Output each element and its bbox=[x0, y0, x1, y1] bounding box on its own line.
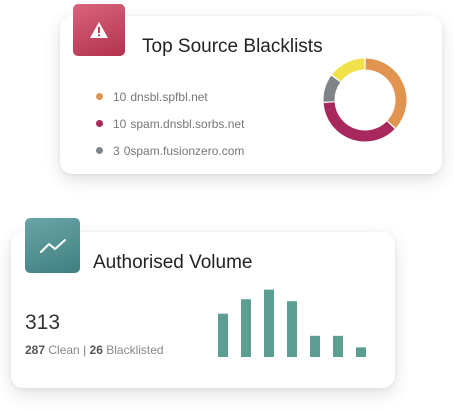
blacklist-donut-chart bbox=[323, 58, 407, 142]
volume-bar-chart bbox=[218, 289, 366, 357]
volume-bar bbox=[218, 313, 228, 357]
volume-bar bbox=[241, 299, 251, 357]
volume-total: 313 bbox=[25, 311, 61, 334]
volume-bar bbox=[287, 301, 297, 357]
blacklists-title: Top Source Blacklists bbox=[142, 36, 323, 57]
trend-icon-tile bbox=[25, 218, 80, 273]
blacklist-legend: 10 dnsbl.spfbl.net 10 spam.dnsbl.sorbs.n… bbox=[96, 83, 244, 164]
legend-name: dnsbl.spfbl.net bbox=[130, 89, 208, 104]
blacklisted-label: Blacklisted bbox=[106, 343, 164, 357]
volume-bar bbox=[333, 335, 343, 357]
warning-icon bbox=[90, 22, 108, 38]
legend-item: 10 dnsbl.spfbl.net bbox=[96, 83, 244, 110]
legend-name: spam.dnsbl.sorbs.net bbox=[130, 116, 245, 131]
volume-bar bbox=[356, 347, 366, 357]
blacklisted-count: 26 bbox=[89, 343, 103, 357]
volume-title: Authorised Volume bbox=[93, 252, 253, 273]
volume-bar bbox=[264, 289, 274, 357]
breakdown-separator: | bbox=[83, 343, 87, 357]
clean-count: 287 bbox=[25, 343, 46, 357]
volume-bar bbox=[310, 335, 320, 357]
legend-count: 10 bbox=[113, 89, 127, 104]
legend-name: 0spam.fusionzero.com bbox=[123, 143, 245, 158]
clean-label: Clean bbox=[48, 343, 80, 357]
legend-dot bbox=[96, 93, 103, 100]
trend-up-icon bbox=[39, 238, 66, 253]
legend-item: 3 0spam.fusionzero.com bbox=[96, 137, 244, 164]
volume-breakdown: 287 Clean | 26 Blacklisted bbox=[25, 343, 164, 357]
donut-segment bbox=[365, 58, 407, 128]
legend-count: 3 bbox=[113, 143, 120, 158]
legend-count: 10 bbox=[113, 116, 127, 131]
donut-segment bbox=[332, 58, 365, 82]
legend-item: 10 spam.dnsbl.sorbs.net bbox=[96, 110, 244, 137]
donut-segment bbox=[323, 102, 395, 142]
warning-icon-tile bbox=[73, 4, 125, 56]
legend-dot bbox=[96, 147, 103, 154]
legend-dot bbox=[96, 120, 103, 127]
donut-segment bbox=[323, 75, 341, 102]
